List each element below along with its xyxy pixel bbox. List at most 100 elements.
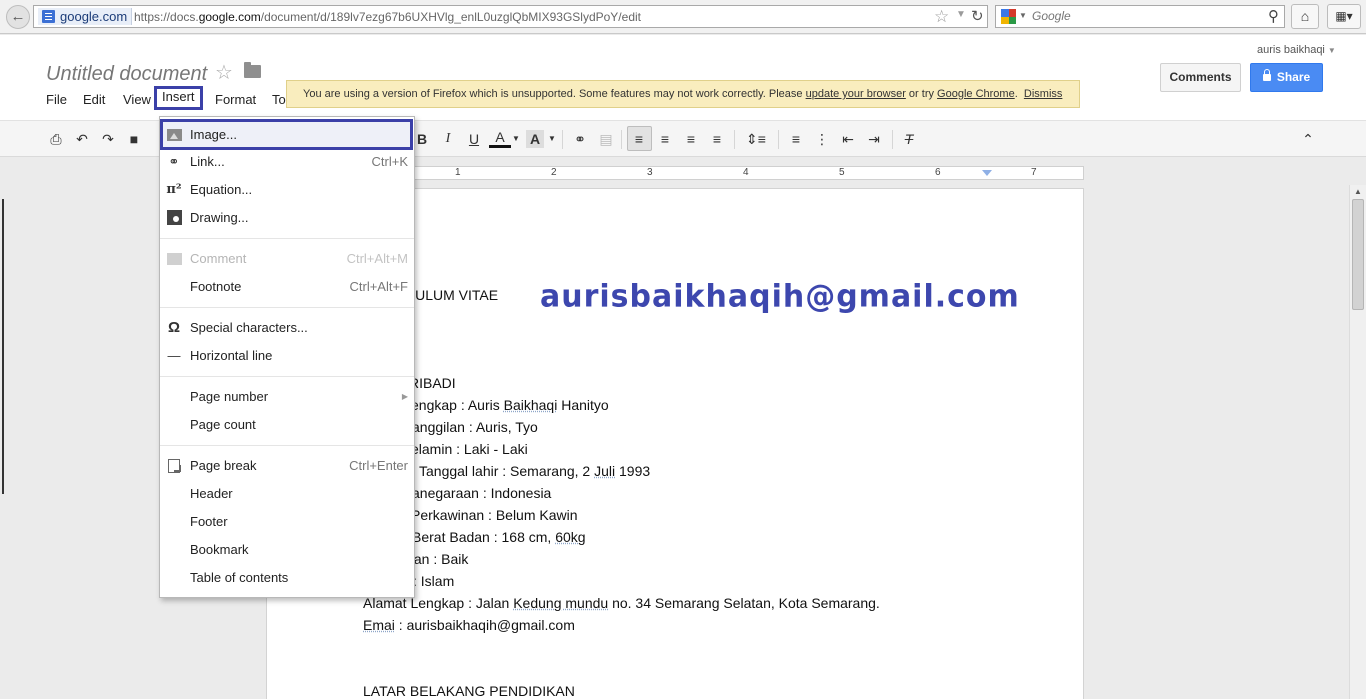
highlight-dropdown-icon[interactable]: ▼ xyxy=(548,130,556,148)
user-name: auris baikhaqi xyxy=(1257,44,1325,56)
menu-item-equation[interactable]: π² Equation... xyxy=(160,176,414,204)
doc-line: elamin : Laki - Laki xyxy=(411,441,528,457)
text-color-dropdown-icon[interactable]: ▼ xyxy=(512,130,520,148)
paint-format-icon[interactable]: ■ xyxy=(125,130,143,148)
dismiss-link[interactable]: Dismiss xyxy=(1024,88,1063,100)
document-title[interactable]: Untitled document xyxy=(46,63,207,86)
bookmark-star-icon[interactable]: ☆ xyxy=(934,7,949,27)
home-button[interactable]: ⌂ xyxy=(1291,4,1319,29)
italic-button[interactable]: I xyxy=(439,130,457,148)
menu-item-footnote[interactable]: Footnote Ctrl+Alt+F xyxy=(160,273,414,301)
menu-item-label: Table of contents xyxy=(190,570,289,585)
menu-item-horizontal-line[interactable]: — Horizontal line xyxy=(160,342,414,370)
url-domain: google.com xyxy=(198,10,261,24)
user-account[interactable]: auris baikhaqi ▼ xyxy=(1257,44,1336,56)
menu-item-image[interactable]: Image... xyxy=(160,119,413,150)
align-justify-icon[interactable]: ≡ xyxy=(708,130,726,148)
history-dropdown-icon[interactable]: ▼ xyxy=(956,9,966,20)
increase-indent-icon[interactable]: ⇥ xyxy=(865,130,883,148)
menu-item-label: Drawing... xyxy=(190,210,249,225)
menu-item-label: Footnote xyxy=(190,279,242,294)
menu-item-bookmark[interactable]: Bookmark xyxy=(160,536,414,564)
menu-item-comment[interactable]: Comment Ctrl+Alt+M xyxy=(160,245,414,273)
underline-button[interactable]: U xyxy=(465,130,483,148)
menu-separator xyxy=(160,376,414,377)
menu-format[interactable]: Format xyxy=(209,89,262,111)
menu-view[interactable]: View xyxy=(117,89,157,111)
insert-menu-dropdown: Image... ⚭ Link... Ctrl+K π² Equation...… xyxy=(159,116,415,598)
menu-item-drawing[interactable]: Drawing... xyxy=(160,204,414,232)
search-icon[interactable]: ⚲ xyxy=(1268,7,1279,25)
numbered-list-icon[interactable]: ≡ xyxy=(787,130,805,148)
google-chrome-link[interactable]: Google Chrome xyxy=(937,88,1015,100)
align-left-icon[interactable]: ≡ xyxy=(630,130,648,148)
menu-item-table-of-contents[interactable]: Table of contents xyxy=(160,564,414,592)
unsupported-browser-warning: You are using a version of Firefox which… xyxy=(286,80,1080,108)
menu-separator xyxy=(160,445,414,446)
menu-separator xyxy=(160,307,414,308)
menu-item-special-characters[interactable]: Ω Special characters... xyxy=(160,314,414,342)
url-bar[interactable]: google.com https://docs.google.com/docum… xyxy=(33,5,988,28)
collapse-toolbar-icon[interactable]: ⌃ xyxy=(1299,130,1317,148)
share-button[interactable]: Share xyxy=(1250,63,1323,92)
submenu-arrow-icon: ▶ xyxy=(401,392,408,401)
doc-line: RIBADI xyxy=(409,375,456,391)
align-center-icon[interactable]: ≡ xyxy=(656,130,674,148)
equation-icon: π² xyxy=(166,182,182,197)
menu-item-page-break[interactable]: Page break Ctrl+Enter xyxy=(160,452,414,480)
undo-icon[interactable]: ↶ xyxy=(73,130,91,148)
menu-item-shortcut: Ctrl+K xyxy=(371,154,408,169)
insert-comment-icon[interactable]: ▤ xyxy=(597,130,615,148)
menu-file[interactable]: File xyxy=(40,89,73,111)
menu-item-header[interactable]: Header xyxy=(160,480,414,508)
menu-edit[interactable]: Edit xyxy=(77,89,111,111)
vertical-scrollbar[interactable]: ▲ xyxy=(1349,185,1366,699)
menu-item-page-number[interactable]: Page number ▶ xyxy=(160,383,414,411)
menu-item-page-count[interactable]: Page count xyxy=(160,411,414,439)
redo-icon[interactable]: ↷ xyxy=(99,130,117,148)
line-spacing-icon[interactable]: ⇕≡ xyxy=(741,130,771,148)
update-browser-link[interactable]: update your browser xyxy=(806,88,906,100)
site-identity-button[interactable]: google.com xyxy=(38,8,133,25)
print-icon[interactable]: ⎙ xyxy=(47,130,65,148)
ruler[interactable]: 1 2 3 4 5 6 7 xyxy=(414,166,1084,180)
align-right-icon[interactable]: ≡ xyxy=(682,130,700,148)
text-color-button[interactable]: A xyxy=(489,130,511,148)
bulleted-list-icon[interactable]: ⋮ xyxy=(813,130,831,148)
scrollbar-thumb[interactable] xyxy=(1352,199,1364,310)
back-button[interactable]: ← xyxy=(6,5,30,29)
clear-formatting-icon[interactable]: T xyxy=(899,130,919,148)
right-indent-marker[interactable] xyxy=(982,170,992,176)
search-engine-dropdown-icon[interactable]: ▼ xyxy=(1019,11,1027,20)
lock-icon xyxy=(1262,69,1271,81)
menu-separator xyxy=(160,238,414,239)
doc-line: Tanggal lahir : Semarang, 2 Juli 1993 xyxy=(419,463,651,479)
star-icon[interactable]: ☆ xyxy=(215,60,233,85)
toolbar-separator xyxy=(621,130,622,149)
toolbar-separator xyxy=(892,130,893,149)
menu-item-label: Page number xyxy=(190,389,269,404)
google-logo-icon[interactable] xyxy=(1001,9,1016,24)
scroll-up-icon[interactable]: ▲ xyxy=(1354,187,1362,196)
page-break-icon xyxy=(166,452,182,483)
menu-insert[interactable]: Insert xyxy=(154,86,203,110)
bold-button[interactable]: B xyxy=(413,130,431,148)
extensions-button[interactable]: ▦▾ xyxy=(1327,4,1361,29)
doc-line: Perkawinan : Belum Kawin xyxy=(411,507,578,523)
menu-item-footer[interactable]: Footer xyxy=(160,508,414,536)
site-label: google.com xyxy=(60,9,128,24)
folder-icon[interactable] xyxy=(244,62,261,78)
insert-link-icon[interactable]: ⚭ xyxy=(570,130,590,148)
url-prefix: https://docs. xyxy=(134,10,199,24)
warning-text-end: . xyxy=(1014,88,1018,100)
doc-line: Berat Badan : 168 cm, 60kg xyxy=(412,529,586,545)
comments-button[interactable]: Comments xyxy=(1160,63,1241,92)
reload-icon[interactable]: ↻ xyxy=(971,7,984,25)
puzzle-icon: ▦▾ xyxy=(1335,9,1353,23)
url-text[interactable]: https://docs.google.com/document/d/189lv… xyxy=(134,9,641,25)
menu-item-link[interactable]: ⚭ Link... Ctrl+K xyxy=(160,148,414,176)
search-bar[interactable]: ▼ Google ⚲ xyxy=(995,5,1285,28)
toolbar-separator xyxy=(778,130,779,149)
highlight-button[interactable]: A xyxy=(526,130,544,148)
decrease-indent-icon[interactable]: ⇤ xyxy=(839,130,857,148)
